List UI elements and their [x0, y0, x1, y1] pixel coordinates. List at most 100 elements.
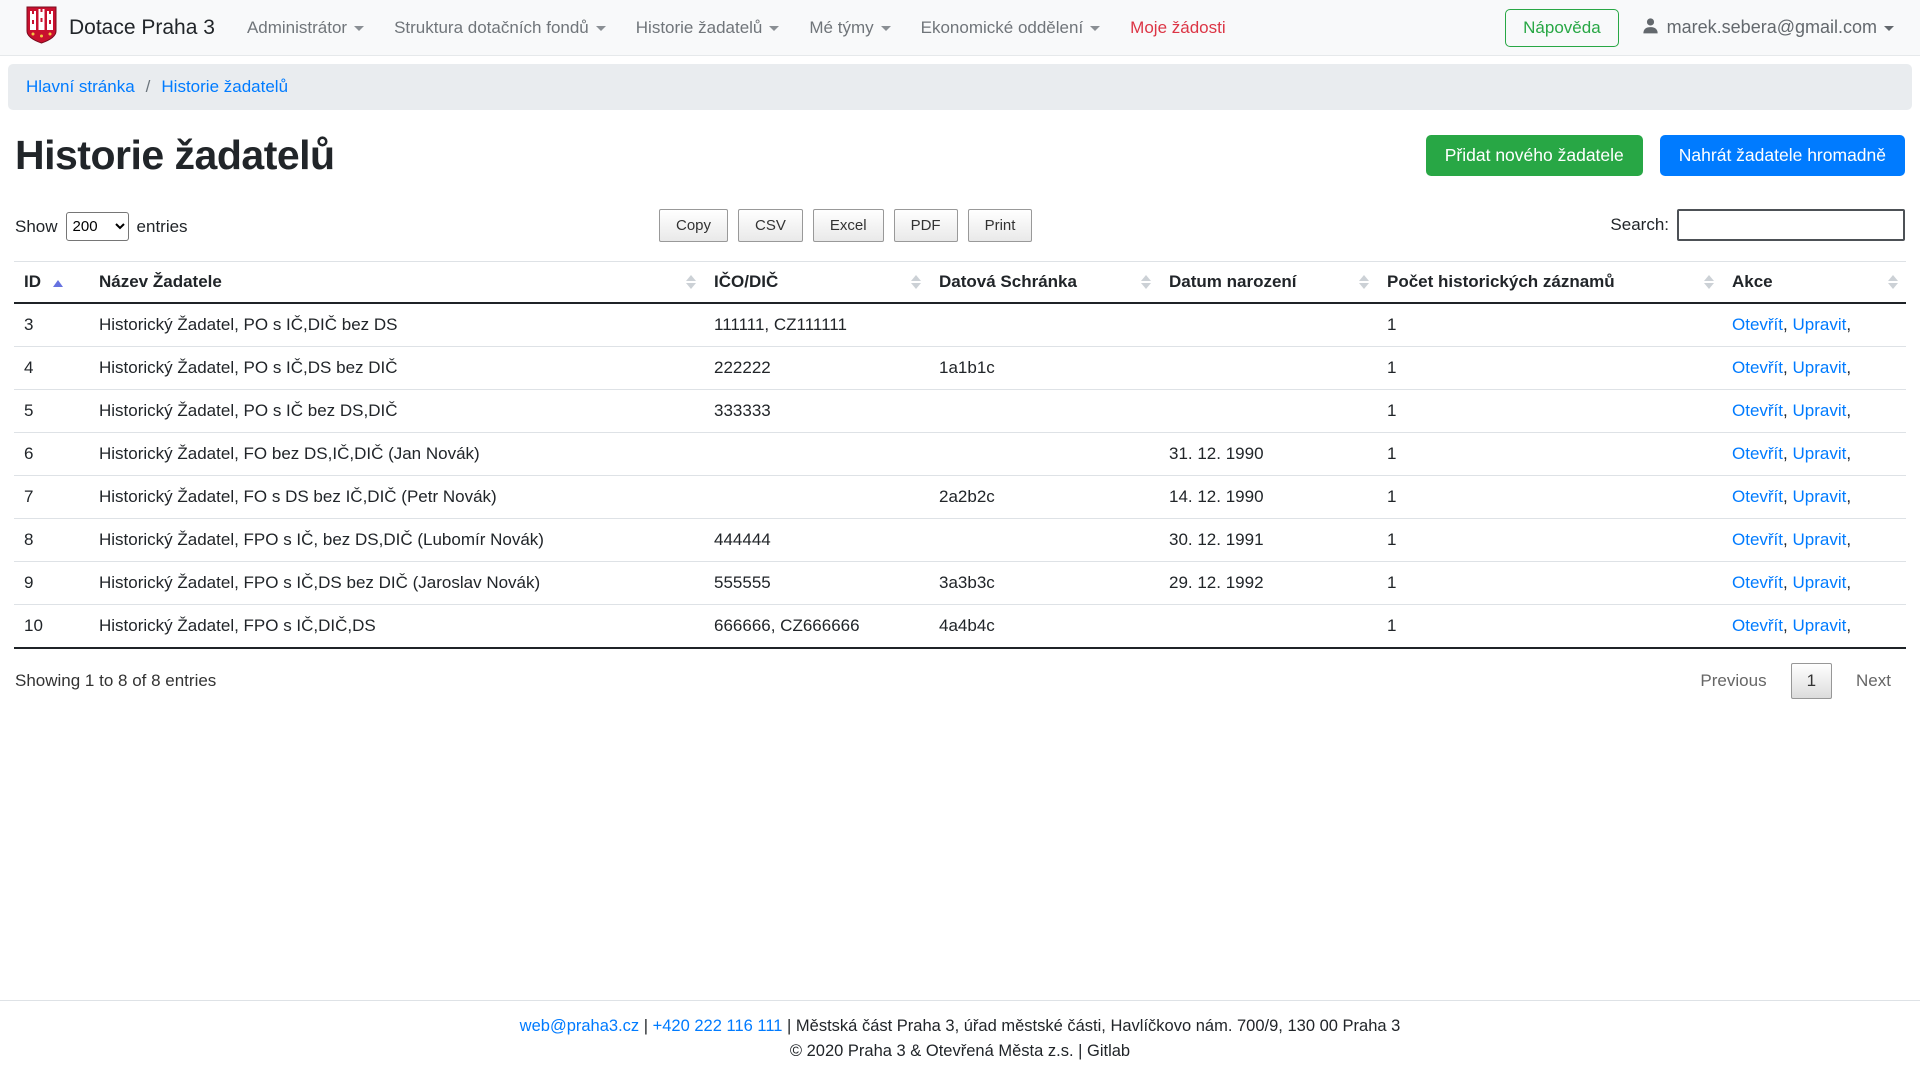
cell-ds: [929, 390, 1159, 433]
footer-gitlab-link[interactable]: Gitlab: [1087, 1042, 1130, 1060]
cell-dob: 14. 12. 1990: [1159, 476, 1377, 519]
nav-item-label: Historie žadatelů: [636, 18, 763, 38]
column-header-po-et-historick-ch-z-znam-[interactable]: Počet historických záznamů: [1377, 262, 1722, 304]
export-buttons: Copy CSV Excel PDF Print: [659, 209, 1032, 242]
sort-up-icon: [1359, 275, 1369, 281]
edit-link[interactable]: Upravit: [1792, 487, 1846, 506]
edit-link[interactable]: Upravit: [1792, 315, 1846, 334]
cell-dob: 31. 12. 1990: [1159, 433, 1377, 476]
add-applicant-button[interactable]: Přidat nového žadatele: [1426, 135, 1643, 176]
cell-name: Historický Žadatel, FPO s IČ,DS bez DIČ …: [89, 562, 704, 605]
help-button[interactable]: Nápověda: [1505, 9, 1619, 47]
cell-ds: 3a3b3c: [929, 562, 1159, 605]
edit-link[interactable]: Upravit: [1792, 401, 1846, 420]
footer-contact-line: web@praha3.cz | +420 222 116 111 | Městs…: [0, 1014, 1920, 1040]
brand[interactable]: Dotace Praha 3: [26, 6, 215, 49]
brand-title: Dotace Praha 3: [69, 16, 215, 40]
search-control: Search:: [1610, 209, 1905, 241]
sort-icons: [911, 275, 921, 289]
footer-copyright-line: © 2020 Praha 3 & Otevřená Města z.s. | G…: [0, 1039, 1920, 1065]
footer-email-link[interactable]: web@praha3.cz: [520, 1017, 639, 1035]
open-link[interactable]: Otevřít: [1732, 315, 1783, 334]
footer-phone-link[interactable]: +420 222 116 111: [653, 1017, 783, 1035]
edit-link[interactable]: Upravit: [1792, 444, 1846, 463]
column-header-akce[interactable]: Akce: [1722, 262, 1906, 304]
previous-page-button[interactable]: Previous: [1686, 664, 1780, 698]
export-pdf-button[interactable]: PDF: [894, 209, 958, 242]
cell-ds: 4a4b4c: [929, 605, 1159, 649]
column-label: Počet historických záznamů: [1387, 272, 1615, 291]
nav-item-4[interactable]: Mé týmy: [809, 18, 890, 38]
column-label: Datová Schránka: [939, 272, 1077, 291]
export-excel-button[interactable]: Excel: [813, 209, 884, 242]
open-link[interactable]: Otevřít: [1732, 401, 1783, 420]
edit-link[interactable]: Upravit: [1792, 530, 1846, 549]
user-email: marek.sebera@gmail.com: [1667, 17, 1877, 38]
page-length-select[interactable]: 200: [66, 212, 129, 241]
cell-count: 1: [1377, 476, 1722, 519]
column-header-datov-schr-nka[interactable]: Datová Schránka: [929, 262, 1159, 304]
cell-ds: 2a2b2c: [929, 476, 1159, 519]
cell-ico: 444444: [704, 519, 929, 562]
user-menu[interactable]: marek.sebera@gmail.com: [1641, 16, 1894, 40]
cell-dob: 29. 12. 1992: [1159, 562, 1377, 605]
sort-icons: [1359, 275, 1369, 289]
breadcrumb-current-link[interactable]: Historie žadatelů: [161, 77, 288, 97]
sort-up-icon: [911, 275, 921, 281]
open-link[interactable]: Otevřít: [1732, 573, 1783, 592]
show-label: Show: [15, 217, 58, 237]
table-info: Showing 1 to 8 of 8 entries: [15, 671, 216, 691]
cell-id: 10: [14, 605, 89, 649]
open-link[interactable]: Otevřít: [1732, 444, 1783, 463]
cell-ico: [704, 433, 929, 476]
search-label: Search:: [1610, 215, 1669, 235]
column-label: ID: [24, 272, 41, 291]
cell-id: 6: [14, 433, 89, 476]
cell-name: Historický Žadatel, PO s IČ bez DS,DIČ: [89, 390, 704, 433]
sort-down-icon: [1704, 283, 1714, 289]
nav-item-1[interactable]: Administrátor: [247, 18, 364, 38]
open-link[interactable]: Otevřít: [1732, 487, 1783, 506]
open-link[interactable]: Otevřít: [1732, 358, 1783, 377]
column-header-id[interactable]: ID: [14, 262, 89, 304]
export-copy-button[interactable]: Copy: [659, 209, 728, 242]
cell-count: 1: [1377, 390, 1722, 433]
edit-link[interactable]: Upravit: [1792, 616, 1846, 635]
table-row: 8Historický Žadatel, FPO s IČ, bez DS,DI…: [14, 519, 1906, 562]
main-menu: Administrátor Struktura dotačních fondů Hi…: [247, 18, 1226, 38]
nav-item-2[interactable]: Struktura dotačních fondů: [394, 18, 606, 38]
cell-ico: 333333: [704, 390, 929, 433]
nav-item-6[interactable]: Moje žádosti: [1130, 18, 1225, 38]
sort-down-icon: [1141, 283, 1151, 289]
cell-actions: Otevřít, Upravit,: [1722, 433, 1906, 476]
column-header-i-o-di-[interactable]: IČO/DIČ: [704, 262, 929, 304]
nav-item-5[interactable]: Ekonomické oddělení: [921, 18, 1101, 38]
footer-copyright: © 2020 Praha 3 & Otevřená Města z.s. |: [790, 1042, 1087, 1060]
page-number-button[interactable]: 1: [1791, 663, 1832, 699]
export-csv-button[interactable]: CSV: [738, 209, 803, 242]
cell-count: 1: [1377, 605, 1722, 649]
sort-down-icon: [1888, 283, 1898, 289]
footer-separator: |: [639, 1017, 652, 1035]
column-header-datum-narozen-[interactable]: Datum narození: [1159, 262, 1377, 304]
chevron-down-icon: [881, 26, 891, 31]
cell-name: Historický Žadatel, FPO s IČ,DIČ,DS: [89, 605, 704, 649]
pagination: Previous 1 Next: [1686, 663, 1905, 699]
cell-id: 5: [14, 390, 89, 433]
export-print-button[interactable]: Print: [968, 209, 1033, 242]
open-link[interactable]: Otevřít: [1732, 616, 1783, 635]
next-page-button[interactable]: Next: [1842, 664, 1905, 698]
search-input[interactable]: [1677, 209, 1905, 241]
edit-link[interactable]: Upravit: [1792, 358, 1846, 377]
chevron-down-icon: [596, 26, 606, 31]
open-link[interactable]: Otevřít: [1732, 530, 1783, 549]
page-footer: web@praha3.cz | +420 222 116 111 | Městs…: [0, 1000, 1920, 1080]
column-header-n-zev-adatele[interactable]: Název Žadatele: [89, 262, 704, 304]
cell-id: 3: [14, 303, 89, 347]
nav-item-3[interactable]: Historie žadatelů: [636, 18, 780, 38]
cell-ico: 555555: [704, 562, 929, 605]
edit-link[interactable]: Upravit: [1792, 573, 1846, 592]
sort-down-icon: [686, 283, 696, 289]
bulk-upload-button[interactable]: Nahrát žadatele hromadně: [1660, 135, 1905, 176]
breadcrumb-home-link[interactable]: Hlavní stránka: [26, 77, 135, 97]
